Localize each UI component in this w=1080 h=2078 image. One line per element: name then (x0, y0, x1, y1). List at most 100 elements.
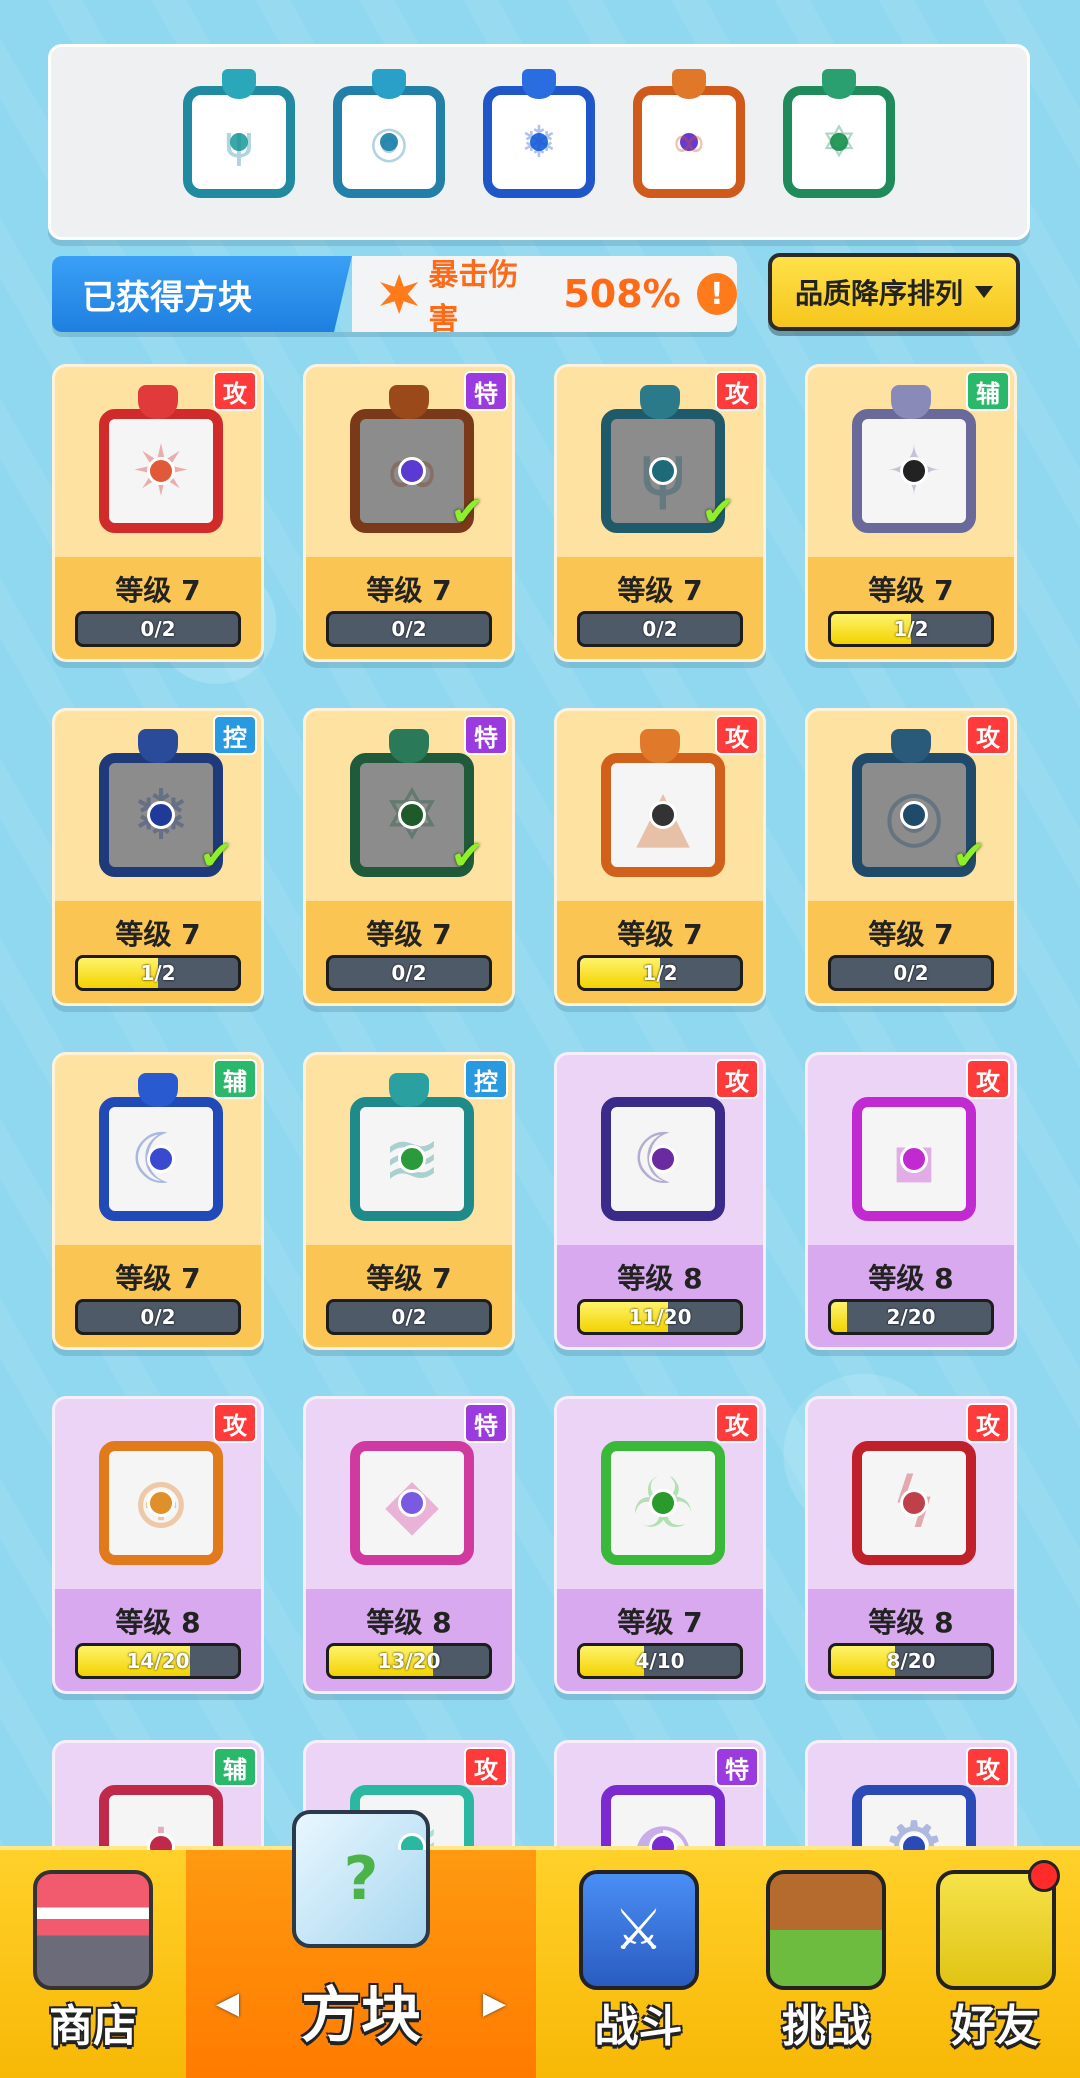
block-icon-frame: ϟ (852, 1441, 976, 1565)
block-core-icon (900, 457, 928, 485)
block-type-badge: 特 (715, 1747, 759, 1787)
upgrade-progress-bar: 13/20 (326, 1643, 492, 1679)
block-card[interactable]: ϟ攻等级 8 8/20 (805, 1396, 1017, 1694)
upgrade-progress-bar: 0/2 (828, 955, 994, 991)
block-level: 等级 7 (868, 574, 954, 607)
friend-character-icon (935, 1860, 1060, 1990)
block-type-badge: 攻 (213, 1403, 257, 1443)
block-icon-frame: + (99, 1785, 223, 1850)
block-type-badge: 辅 (213, 1747, 257, 1787)
block-card[interactable]: ☾辅等级 7 0/2 (52, 1052, 264, 1350)
block-card[interactable]: ▲攻等级 7 1/2 (554, 708, 766, 1006)
block-icon-frame: ✦ (852, 409, 976, 533)
block-level: 等级 7 (115, 574, 201, 607)
upgrade-progress-bar: 1/2 (75, 955, 241, 991)
block-card[interactable]: ✦辅等级 7 1/2 (805, 364, 1017, 662)
block-type-badge: 特 (464, 715, 508, 755)
block-card[interactable]: ⊕攻等级 8 14/20 (52, 1396, 264, 1694)
block-core-icon (398, 457, 426, 485)
nav-blocks[interactable]: ? ◀ ▶ 方块 (186, 1810, 536, 2078)
block-level: 等级 7 (617, 918, 703, 951)
next-arrow-icon[interactable]: ▶ (483, 1986, 506, 2021)
block-card[interactable]: + 辅 (52, 1740, 264, 1850)
upgrade-progress-bar: 2/20 (828, 1299, 994, 1335)
progress-text: 14/20 (126, 1649, 190, 1673)
block-card[interactable]: ☣攻等级 7 4/10 (554, 1396, 766, 1694)
block-type-badge: 控 (464, 1059, 508, 1099)
block-core-icon (147, 1145, 175, 1173)
progress-text: 0/2 (391, 617, 427, 641)
bottom-navigation: 商店 ? ◀ ▶ 方块 ⚔ 战斗 挑战 好友 (0, 1810, 1080, 2078)
progress-text: 4/10 (635, 1649, 685, 1673)
block-icon-frame: ≋ (350, 1097, 474, 1221)
upgrade-progress-bar: 14/20 (75, 1643, 241, 1679)
block-card[interactable]: ◐ 特 (554, 1740, 766, 1850)
block-level: 等级 7 (366, 574, 452, 607)
block-card[interactable]: ≋控等级 7 0/2 (303, 1052, 515, 1350)
block-icon-frame: ◐ (601, 1785, 725, 1850)
block-card[interactable]: ☾攻等级 8 11/20 (554, 1052, 766, 1350)
block-level: 等级 8 (366, 1606, 452, 1639)
block-type-badge: 攻 (966, 1059, 1010, 1099)
block-type-badge: 攻 (715, 1059, 759, 1099)
block-card[interactable]: ▪攻等级 8 2/20 (805, 1052, 1017, 1350)
upgrade-progress-bar: 1/2 (577, 955, 743, 991)
dragon-crest-icon (640, 729, 680, 763)
block-icon-frame: ⚙ (852, 1785, 976, 1850)
block-card[interactable]: ❄✔控等级 71/2 (52, 708, 264, 1006)
progress-text: 2/20 (886, 1305, 936, 1329)
block-core-icon (649, 1145, 677, 1173)
nav-battle[interactable]: ⚔ 战斗 (536, 1850, 741, 2078)
block-icon-frame: ⊕ (99, 1441, 223, 1565)
mystery-block-icon: ? (292, 1810, 430, 1948)
dragon-crest-icon (389, 385, 429, 419)
upgrade-progress-bar: 0/2 (326, 955, 492, 991)
block-card[interactable]: ◎✔攻等级 70/2 (805, 708, 1017, 1006)
nav-friends-label: 好友 (951, 2001, 1040, 2052)
dragon-crest-icon (138, 729, 178, 763)
equipped-check-icon: ✔ (450, 489, 484, 535)
dragon-crest-icon (389, 729, 429, 763)
equipped-check-icon: ✔ (450, 833, 484, 879)
block-level: 等级 7 (366, 918, 452, 951)
block-icon-frame: ☾ (99, 1097, 223, 1221)
dragon-crest-icon (389, 1073, 429, 1107)
nav-challenge[interactable]: 挑战 (741, 1850, 911, 2078)
block-type-badge: 攻 (715, 715, 759, 755)
block-type-badge: 攻 (715, 371, 759, 411)
progress-text: 0/2 (140, 617, 176, 641)
block-core-icon (147, 457, 175, 485)
block-type-badge: 特 (464, 371, 508, 411)
block-core-icon (398, 801, 426, 829)
block-icon-frame: ▲ (601, 753, 725, 877)
block-core-icon (900, 1489, 928, 1517)
block-type-badge: 特 (464, 1403, 508, 1443)
dragon-crest-icon (138, 1073, 178, 1107)
block-core-icon (398, 1145, 426, 1173)
upgrade-progress-bar: 0/2 (577, 611, 743, 647)
nav-shop[interactable]: 商店 (0, 1850, 186, 2078)
block-level: 等级 7 (617, 1606, 703, 1639)
block-card[interactable]: ∞✔特等级 70/2 (303, 364, 515, 662)
upgrade-progress-bar: 4/10 (577, 1643, 743, 1679)
upgrade-progress-bar: 0/2 (75, 1299, 241, 1335)
block-card[interactable]: ✷攻等级 7 0/2 (52, 364, 264, 662)
block-core-icon (900, 1145, 928, 1173)
upgrade-progress-bar: 8/20 (828, 1643, 994, 1679)
progress-text: 1/2 (893, 617, 929, 641)
nav-friends[interactable]: 好友 (911, 1850, 1080, 2078)
progress-text: 13/20 (377, 1649, 441, 1673)
block-card[interactable]: ⚙ 攻 (805, 1740, 1017, 1850)
block-card[interactable]: ψ✔攻等级 70/2 (554, 364, 766, 662)
prev-arrow-icon[interactable]: ◀ (216, 1986, 239, 2021)
block-core-icon (398, 1489, 426, 1517)
block-icon-frame: ☾ (601, 1097, 725, 1221)
block-type-badge: 辅 (966, 371, 1010, 411)
block-type-badge: 攻 (715, 1403, 759, 1443)
block-icon-frame: ✷ (99, 409, 223, 533)
block-card[interactable]: ✡✔特等级 70/2 (303, 708, 515, 1006)
block-card[interactable]: ◆特等级 8 13/20 (303, 1396, 515, 1694)
block-core-icon (147, 801, 175, 829)
block-type-badge: 攻 (464, 1747, 508, 1787)
block-type-badge: 辅 (213, 1059, 257, 1099)
